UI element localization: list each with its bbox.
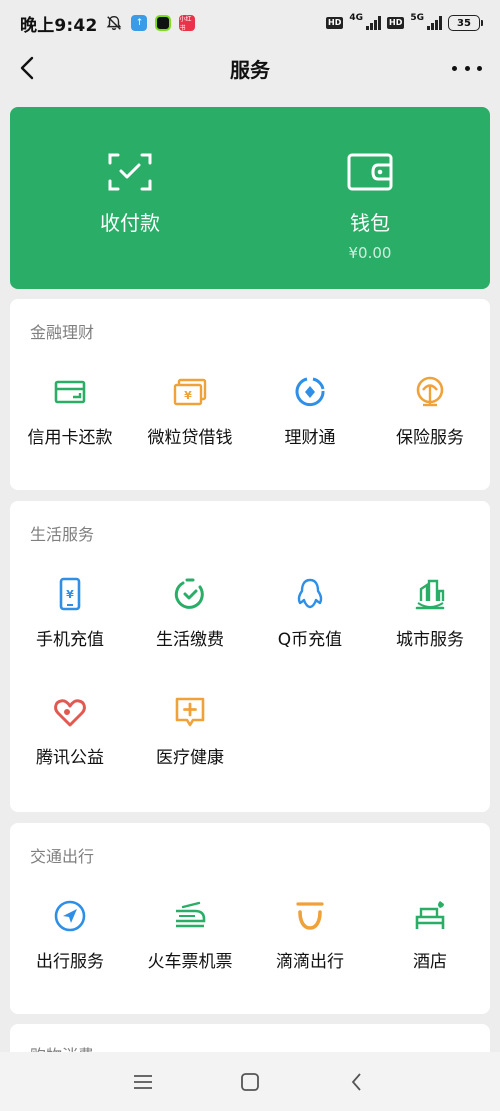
wallet-label: 钱包 <box>350 211 390 235</box>
service-grid: 出行服务 火车票机票 滴滴出行 酒店 <box>10 895 490 1013</box>
service-grid: ¥ 手机充值 生活缴费 Q币充值 城市服务 腾讯公益 医疗健康 <box>10 573 490 809</box>
wallet-icon <box>347 153 393 191</box>
service-label: 医疗健康 <box>156 748 224 768</box>
wallet-card: 收付款 钱包 ¥0.00 <box>10 107 490 289</box>
service-label: 出行服务 <box>36 952 104 972</box>
credit-card-icon <box>54 380 86 404</box>
service-travel[interactable]: 出行服务 <box>10 895 130 1013</box>
service-mobile-topup[interactable]: ¥ 手机充值 <box>10 573 130 691</box>
yuan-bill-icon: ¥ <box>173 378 207 406</box>
app-notification-icon <box>155 15 172 31</box>
wallet-button[interactable]: 钱包 ¥0.00 <box>250 107 490 289</box>
svg-text:¥: ¥ <box>184 389 192 402</box>
service-label: 腾讯公益 <box>36 748 104 768</box>
pay-collect-button[interactable]: 收付款 <box>10 107 250 289</box>
network-type: 5G <box>410 13 424 23</box>
service-label: 保险服务 <box>396 428 464 448</box>
app-notification-icon: ↑ <box>131 15 148 31</box>
service-medical[interactable]: 医疗健康 <box>130 691 250 809</box>
hd-badge: HD <box>326 17 344 29</box>
section-finance: 金融理财 信用卡还款 ¥ 微粒贷借钱 理财通 保险服务 <box>10 299 490 490</box>
menu-icon[interactable] <box>131 1070 155 1094</box>
service-label: 信用卡还款 <box>27 428 113 448</box>
battery-icon: 35 <box>448 15 483 31</box>
service-didi[interactable]: 滴滴出行 <box>250 895 370 1013</box>
service-utility-bill[interactable]: 生活缴费 <box>130 573 250 691</box>
section-title: 交通出行 <box>30 847 95 866</box>
service-grid: 信用卡还款 ¥ 微粒贷借钱 理财通 保险服务 <box>10 371 490 489</box>
service-charity[interactable]: 腾讯公益 <box>10 691 130 809</box>
train-plane-icon <box>176 901 206 928</box>
hotel-bed-icon <box>415 901 445 929</box>
more-options-icon[interactable] <box>452 56 482 80</box>
service-qcoin-topup[interactable]: Q币充值 <box>250 573 370 691</box>
xiaohongshu-icon: 小红书 <box>179 15 196 32</box>
section-life: 生活服务 ¥ 手机充值 生活缴费 Q币充值 城市服务 腾讯公益 医疗健康 <box>10 501 490 812</box>
section-transport: 交通出行 出行服务 火车票机票 滴滴出行 酒店 <box>10 823 490 1014</box>
svg-text:¥: ¥ <box>66 588 74 601</box>
hd-badge: HD <box>387 17 405 29</box>
service-label: 城市服务 <box>396 630 464 650</box>
service-label: 酒店 <box>413 952 447 972</box>
service-label: 生活缴费 <box>156 630 224 650</box>
umbrella-icon <box>416 376 444 407</box>
network-type: 4G <box>349 13 363 23</box>
status-right: HD 4G HD 5G 35 <box>326 13 483 31</box>
service-credit-card-repay[interactable]: 信用卡还款 <box>10 371 130 489</box>
wealth-icon <box>295 377 325 407</box>
qq-penguin-icon <box>297 578 323 609</box>
service-train-plane[interactable]: 火车票机票 <box>130 895 250 1013</box>
bell-muted-icon <box>107 15 122 31</box>
service-label: Q币充值 <box>277 630 343 650</box>
service-label: 手机充值 <box>36 630 104 650</box>
back-arrow-icon[interactable] <box>14 54 42 82</box>
charity-heart-icon <box>54 699 86 727</box>
service-label: 微粒贷借钱 <box>147 428 233 448</box>
home-icon[interactable] <box>238 1070 262 1094</box>
section-title: 金融理财 <box>30 323 95 342</box>
city-icon <box>415 579 445 610</box>
status-bar: 晚上9:42 ↑ 小红书 HD 4G HD 5G 35 <box>0 0 500 46</box>
page-title: 服务 <box>230 57 270 82</box>
navigation-icon <box>54 900 86 932</box>
signal-icon <box>427 16 442 30</box>
system-nav-bar <box>0 1052 500 1111</box>
service-licaitong[interactable]: 理财通 <box>250 371 370 489</box>
service-weilidai[interactable]: ¥ 微粒贷借钱 <box>130 371 250 489</box>
utility-bill-icon <box>174 578 204 609</box>
mobile-topup-icon: ¥ <box>59 577 81 611</box>
service-city[interactable]: 城市服务 <box>370 573 490 691</box>
service-label: 理财通 <box>284 428 336 448</box>
back-icon[interactable] <box>345 1070 369 1094</box>
service-insurance[interactable]: 保险服务 <box>370 371 490 489</box>
scan-pay-icon <box>108 153 152 191</box>
nav-bar: 服务 <box>0 46 500 90</box>
service-hotel[interactable]: 酒店 <box>370 895 490 1013</box>
wallet-balance: ¥0.00 <box>348 244 392 262</box>
signal-icon <box>366 16 381 30</box>
section-title: 生活服务 <box>30 525 95 544</box>
status-time: 晚上9:42 <box>20 15 98 36</box>
service-label: 滴滴出行 <box>276 952 344 972</box>
status-left: 晚上9:42 ↑ 小红书 <box>20 11 196 36</box>
medical-icon <box>175 697 205 727</box>
didi-icon <box>296 902 324 930</box>
pay-collect-label: 收付款 <box>100 211 160 235</box>
service-label: 火车票机票 <box>147 952 233 972</box>
